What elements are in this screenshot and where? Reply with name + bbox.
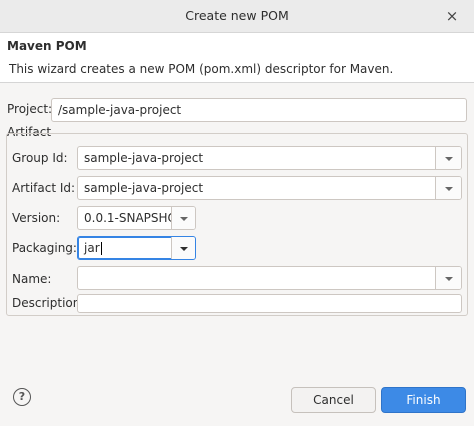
finish-button[interactable]: Finish bbox=[381, 387, 466, 413]
packaging-label: Packaging: bbox=[12, 241, 77, 255]
group-id-value: sample-java-project bbox=[84, 151, 204, 165]
name-dropdown-button[interactable] bbox=[435, 267, 461, 289]
chevron-down-icon bbox=[180, 247, 188, 251]
chevron-down-icon bbox=[180, 217, 188, 221]
version-combo[interactable]: 0.0.1-SNAPSHOT bbox=[77, 206, 196, 230]
description-field[interactable] bbox=[77, 294, 462, 313]
name-combo[interactable] bbox=[77, 266, 462, 290]
button-bar: ? Cancel Finish bbox=[0, 370, 474, 426]
chevron-down-icon bbox=[445, 157, 453, 161]
version-label: Version: bbox=[12, 211, 61, 225]
text-cursor bbox=[100, 242, 102, 255]
version-dropdown-button[interactable] bbox=[171, 207, 195, 229]
group-id-dropdown-button[interactable] bbox=[435, 147, 461, 169]
packaging-text: jar bbox=[84, 241, 100, 255]
project-label: Project: bbox=[7, 102, 53, 116]
cancel-button[interactable]: Cancel bbox=[291, 387, 376, 413]
chevron-down-icon bbox=[445, 187, 453, 191]
wizard-page-description: This wizard creates a new POM (pom.xml) … bbox=[9, 62, 394, 76]
version-value: 0.0.1-SNAPSHOT bbox=[84, 211, 185, 225]
packaging-combo[interactable]: jar bbox=[77, 236, 196, 260]
help-icon[interactable]: ? bbox=[13, 388, 31, 406]
packaging-dropdown-button[interactable] bbox=[171, 237, 195, 259]
project-field[interactable]: /sample-java-project bbox=[51, 98, 467, 122]
group-id-label: Group Id: bbox=[12, 151, 68, 165]
title-bar: Create new POM × bbox=[0, 0, 474, 33]
close-icon[interactable]: × bbox=[442, 6, 462, 26]
artifact-id-dropdown-button[interactable] bbox=[435, 177, 461, 199]
artifact-id-label: Artifact Id: bbox=[12, 181, 76, 195]
name-label: Name: bbox=[12, 272, 52, 286]
artifact-id-combo[interactable]: sample-java-project bbox=[77, 176, 462, 200]
packaging-value: jar bbox=[84, 237, 102, 259]
artifact-id-value: sample-java-project bbox=[84, 181, 204, 195]
description-label: Description: bbox=[12, 296, 85, 310]
wizard-header: Maven POM This wizard creates a new POM … bbox=[0, 33, 474, 83]
wizard-page-title: Maven POM bbox=[7, 39, 87, 53]
chevron-down-icon bbox=[445, 277, 453, 281]
window-title: Create new POM bbox=[185, 8, 289, 23]
group-id-combo[interactable]: sample-java-project bbox=[77, 146, 462, 170]
